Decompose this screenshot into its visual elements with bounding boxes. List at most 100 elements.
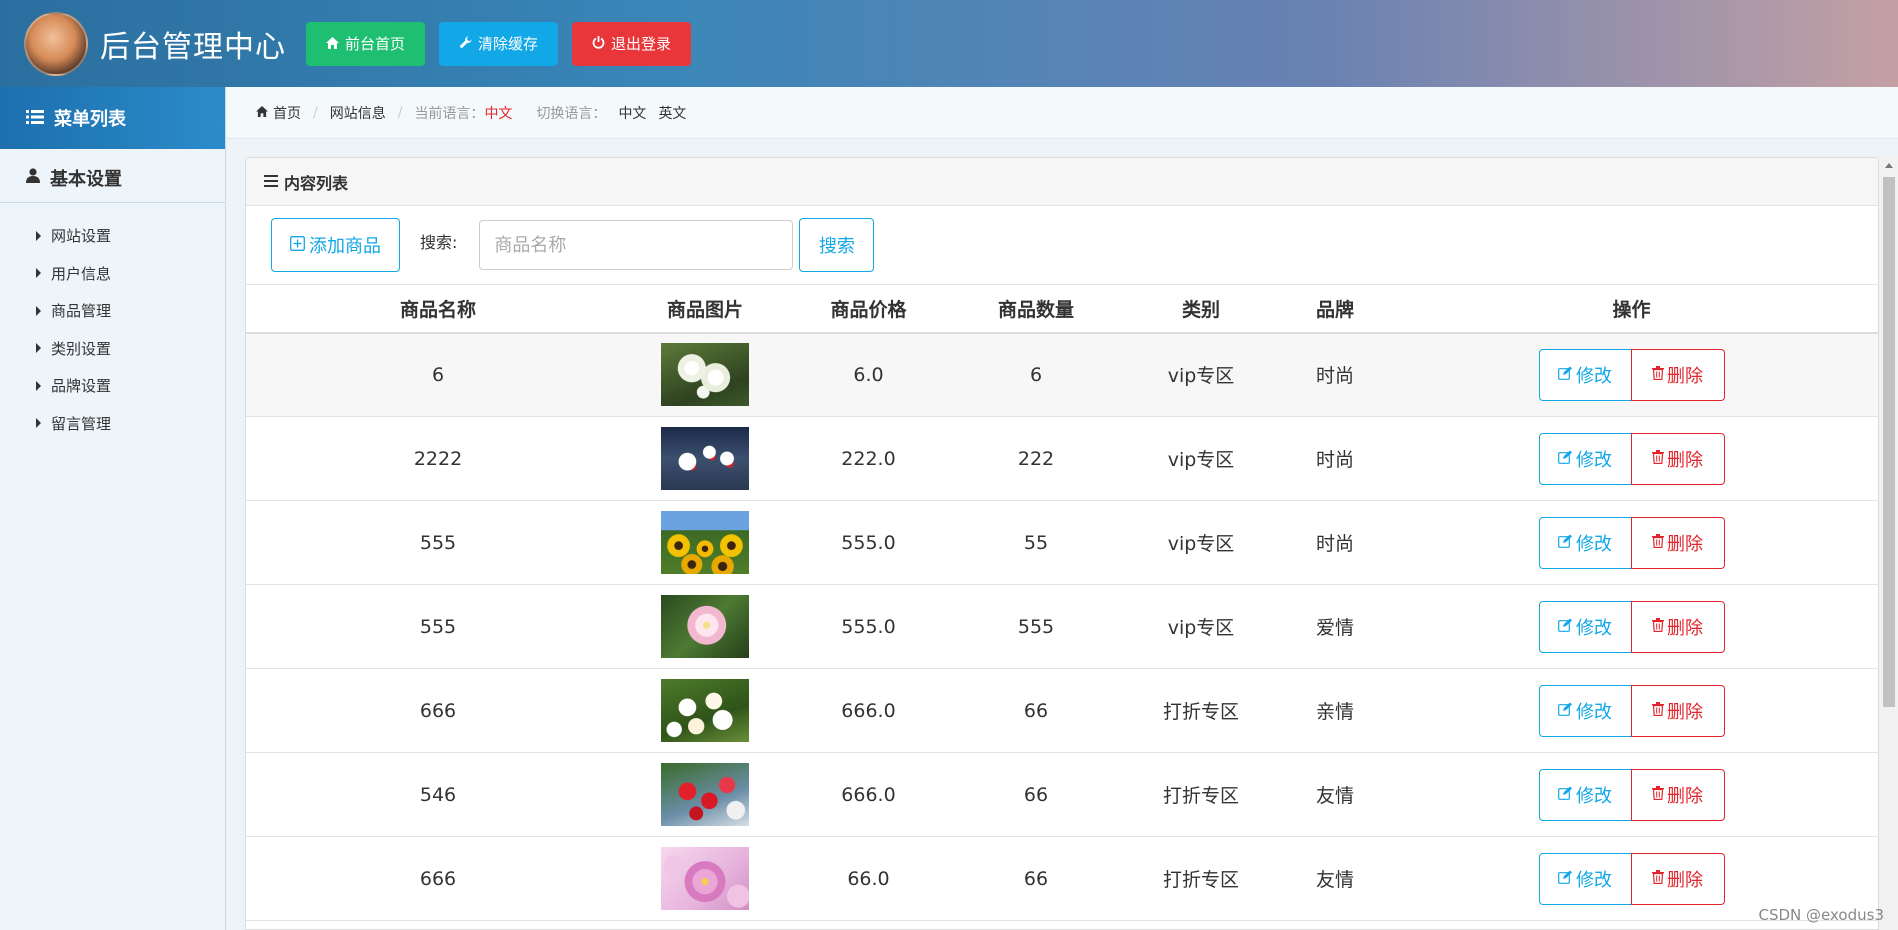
delete-button[interactable]: 删除 xyxy=(1630,768,1725,821)
basic-settings-group[interactable]: 基本设置 xyxy=(0,153,225,203)
home-icon xyxy=(256,105,268,121)
breadcrumb-separator: / xyxy=(313,104,318,121)
edit-button[interactable]: 修改 xyxy=(1538,432,1632,485)
cell-actions: 修改 删除 xyxy=(1383,584,1878,669)
current-language-label: 当前语言： xyxy=(414,105,485,122)
edit-label: 修改 xyxy=(1576,785,1612,807)
table-row: 2222 222.0 222 vip专区 时尚 修改 删除 xyxy=(246,416,1878,501)
edit-label: 修改 xyxy=(1576,617,1612,639)
current-language-value: 中文 xyxy=(484,105,513,122)
cell-name: 666 xyxy=(246,836,630,921)
delete-button[interactable]: 删除 xyxy=(1630,684,1725,737)
cell-actions: 修改 删除 xyxy=(1383,668,1878,753)
cell-image xyxy=(630,584,780,669)
sidebar-item-message-management[interactable]: 留言管理 xyxy=(0,405,225,443)
frontend-home-label: 前台首页 xyxy=(345,35,406,53)
logout-label: 退出登录 xyxy=(611,35,672,53)
switch-language-english[interactable]: 英文 xyxy=(658,103,686,123)
sidebar-item-product-management[interactable]: 商品管理 xyxy=(0,292,225,330)
column-header-brand: 品牌 xyxy=(1287,284,1383,334)
delete-button[interactable]: 删除 xyxy=(1630,348,1725,401)
switch-language-chinese[interactable]: 中文 xyxy=(618,103,646,123)
product-thumbnail xyxy=(661,343,749,407)
caret-right-icon xyxy=(36,418,41,429)
breadcrumb-current[interactable]: 网站信息 xyxy=(330,103,386,123)
cell-price: 66.0 xyxy=(780,836,957,921)
sidebar-item-user-info[interactable]: 用户信息 xyxy=(0,255,225,293)
cell-price: 555.0 xyxy=(780,584,957,669)
plus-square-icon xyxy=(290,235,305,256)
sidebar-item-category-settings[interactable]: 类别设置 xyxy=(0,330,225,368)
delete-label: 删除 xyxy=(1667,785,1703,807)
cell-quantity: 222 xyxy=(957,416,1115,501)
bars-icon xyxy=(264,172,278,191)
logout-button[interactable]: 退出登录 xyxy=(572,21,692,66)
delete-label: 删除 xyxy=(1667,617,1703,639)
sidebar-item-brand-settings[interactable]: 品牌设置 xyxy=(0,367,225,405)
sidebar: 菜单列表 基本设置 网站设置 用户信息 商品管理 类别设置 品牌设置 留言管理 xyxy=(0,87,226,930)
current-language: 当前语言：中文 xyxy=(414,103,512,123)
edit-button[interactable]: 修改 xyxy=(1538,768,1632,821)
content-panel: 内容列表 添加商品 搜索: 搜索 商品名称 商品图片 商品价格 商品数量 类别 … xyxy=(245,157,1879,930)
cell-brand: 友情 xyxy=(1287,752,1383,837)
search-button[interactable]: 搜索 xyxy=(799,218,875,272)
table-row: 555 555.0 555 vip专区 爱情 修改 删除 xyxy=(246,584,1878,669)
edit-button[interactable]: 修改 xyxy=(1538,348,1632,401)
column-header-actions: 操作 xyxy=(1383,284,1878,334)
clear-cache-button[interactable]: 清除缓存 xyxy=(439,21,559,66)
trash-icon xyxy=(1652,532,1664,553)
menu-list-title: 菜单列表 xyxy=(54,109,126,130)
table-row: 666 66.0 66 打折专区 友情 修改 删除 xyxy=(246,836,1878,921)
avatar xyxy=(24,11,88,76)
sidebar-item-label: 品牌设置 xyxy=(51,377,112,396)
edit-icon xyxy=(1558,784,1573,805)
edit-button[interactable]: 修改 xyxy=(1538,516,1632,569)
delete-button[interactable]: 删除 xyxy=(1630,516,1725,569)
cell-image xyxy=(630,500,780,585)
cell-actions: 修改 删除 xyxy=(1383,332,1878,417)
caret-right-icon xyxy=(36,380,41,391)
add-product-button[interactable]: 添加商品 xyxy=(271,218,400,272)
product-thumbnail xyxy=(661,511,749,574)
cell-image xyxy=(630,668,780,753)
cell-name: 6 xyxy=(246,332,630,417)
delete-label: 删除 xyxy=(1667,533,1703,555)
column-header-quantity: 商品数量 xyxy=(957,284,1115,334)
cell-category: vip专区 xyxy=(1115,584,1287,669)
cell-quantity: 6 xyxy=(957,332,1115,417)
edit-button[interactable]: 修改 xyxy=(1538,600,1632,653)
product-thumbnail xyxy=(661,427,749,490)
menu-list-header[interactable]: 菜单列表 xyxy=(0,87,225,149)
sidebar-item-label: 商品管理 xyxy=(51,302,112,321)
delete-button[interactable]: 删除 xyxy=(1630,432,1725,485)
frontend-home-button[interactable]: 前台首页 xyxy=(306,21,426,66)
cell-category: vip专区 xyxy=(1115,500,1287,585)
edit-icon xyxy=(1558,448,1573,469)
cell-price: 555.0 xyxy=(780,500,957,585)
sidebar-item-site-settings[interactable]: 网站设置 xyxy=(0,217,225,255)
cell-price: 666.0 xyxy=(780,752,957,837)
breadcrumb-home[interactable]: 首页 xyxy=(256,103,301,123)
delete-button[interactable]: 删除 xyxy=(1630,852,1725,905)
cell-actions: 修改 删除 xyxy=(1383,500,1878,585)
product-thumbnail xyxy=(661,847,749,910)
trash-icon xyxy=(1652,616,1664,637)
trash-icon xyxy=(1652,364,1664,385)
delete-label: 删除 xyxy=(1667,365,1703,387)
basic-settings-title: 基本设置 xyxy=(50,168,122,190)
vertical-scrollbar[interactable] xyxy=(1880,157,1898,930)
cell-category: vip专区 xyxy=(1115,332,1287,417)
caret-right-icon xyxy=(36,343,41,354)
scrollbar-thumb[interactable] xyxy=(1883,177,1895,707)
delete-button[interactable]: 删除 xyxy=(1630,600,1725,653)
sidebar-item-label: 网站设置 xyxy=(51,227,112,246)
edit-button[interactable]: 修改 xyxy=(1538,684,1632,737)
product-table: 商品名称 商品图片 商品价格 商品数量 类别 品牌 操作 6 6.0 6 vip… xyxy=(246,284,1878,921)
search-input[interactable] xyxy=(479,220,794,270)
table-row: 666 666.0 66 打折专区 亲情 修改 删除 xyxy=(246,668,1878,753)
column-header-image: 商品图片 xyxy=(630,284,780,334)
delete-label: 删除 xyxy=(1667,869,1703,891)
edit-button[interactable]: 修改 xyxy=(1538,852,1632,905)
scroll-up-arrow-icon[interactable] xyxy=(1885,163,1893,168)
column-header-name: 商品名称 xyxy=(246,284,630,334)
